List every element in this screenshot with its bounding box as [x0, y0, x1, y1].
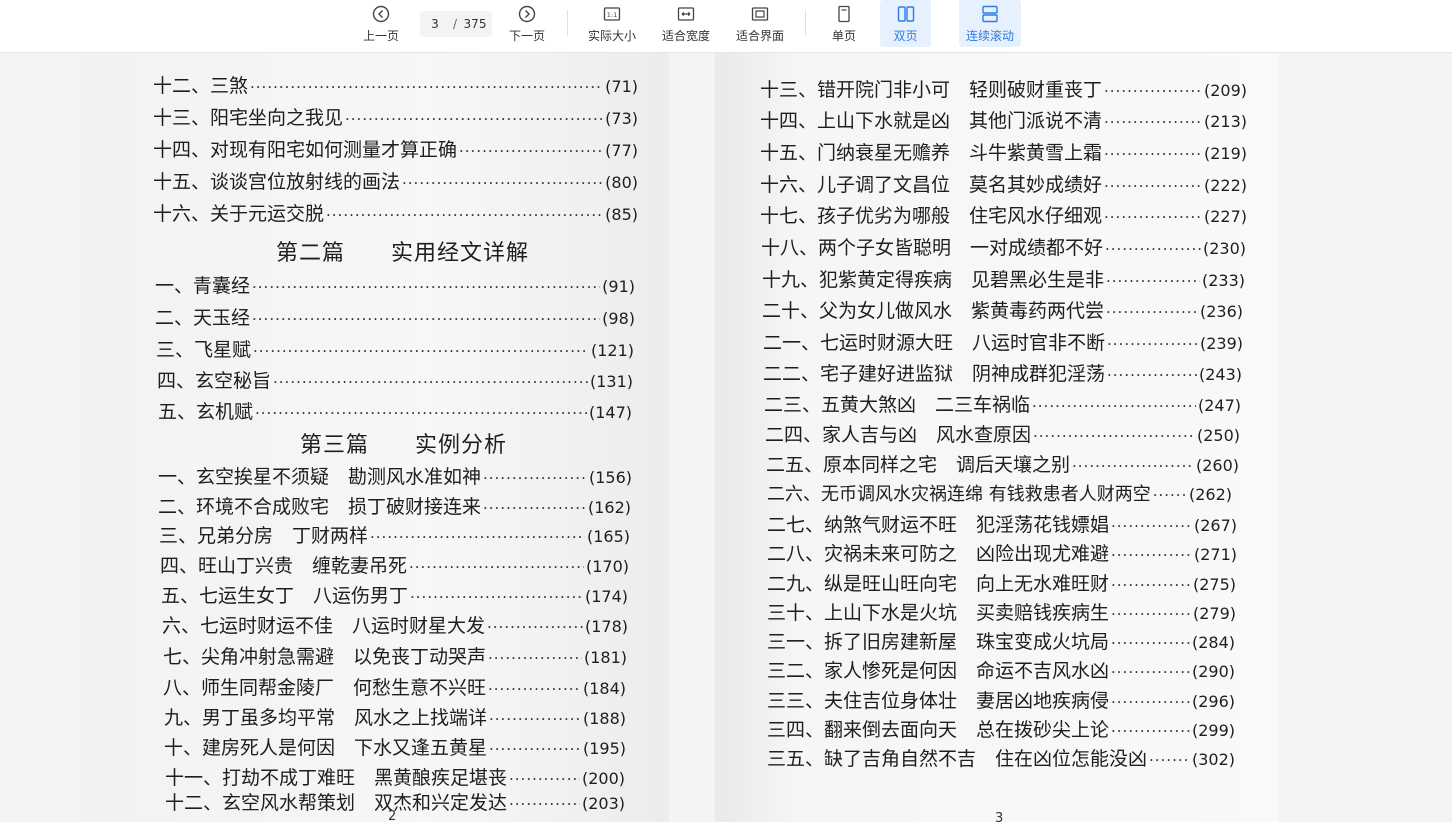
- right-page: 十三、错开院门非小可 轻则破财重丧丁(209) 十四、上山下水就是凶 其他门派说…: [715, 53, 1278, 822]
- page-number: 3: [995, 811, 1004, 822]
- double-page-icon: [897, 5, 914, 22]
- actual-size-label: 实际大小: [587, 28, 636, 43]
- toc-entry[interactable]: 六、七运时财运不佳 八运时财星大发(178): [162, 611, 628, 638]
- toc-entry[interactable]: 十一、打劫不成丁难旺 黑黄酿疾足堪丧(200): [165, 763, 625, 790]
- single-page-label: 单页: [831, 28, 856, 43]
- next-page-button[interactable]: 下一页: [502, 0, 552, 47]
- continuous-scroll-icon: [982, 5, 998, 22]
- toc-entry[interactable]: 三四、翻来倒去面向天 总在拨砂尖上论(299): [767, 715, 1235, 742]
- toolbar-divider: [805, 10, 806, 36]
- toc-entry[interactable]: 三一、拆了旧房建新屋 珠宝变成火坑局(284): [767, 627, 1235, 654]
- toc-entry[interactable]: 三、飞星赋(121): [156, 335, 634, 362]
- toc-entry[interactable]: 十八、两个子女皆聪明 一对成绩都不好(230): [761, 233, 1246, 260]
- toc-entry[interactable]: 二七、纳煞气财运不旺 犯淫荡花钱嫖娼(267): [767, 510, 1237, 537]
- toc-entry[interactable]: 三二、家人惨死是何因 命运不吉风水凶(290): [767, 656, 1235, 683]
- document-viewer[interactable]: 十二、三煞(71) 十三、阳宅坐向之我见(73) 十四、对现有阳宅如何测量才算正…: [0, 53, 1452, 822]
- fit-page-label: 适合界面: [735, 28, 784, 43]
- toc-entry[interactable]: 十五、谈谈宫位放射线的画法(80): [153, 167, 638, 194]
- page-number: 2: [388, 809, 397, 822]
- page-indicator: 3 / 375: [420, 11, 492, 37]
- toc-entry[interactable]: 三五、缺了吉角自然不吉 住在凶位怎能没凶(302): [767, 744, 1235, 771]
- page-separator: /: [452, 17, 458, 31]
- toc-entry[interactable]: 十六、关于元运交脱(85): [153, 199, 638, 226]
- continuous-scroll-button[interactable]: 连续滚动: [959, 0, 1021, 47]
- next-page-label: 下一页: [508, 28, 545, 43]
- section-heading: 第二篇 实用经文详解: [276, 241, 530, 266]
- double-page-label: 双页: [893, 28, 918, 43]
- toc-entry[interactable]: 十六、儿子调了文昌位 莫名其妙成绩好(222): [760, 170, 1247, 197]
- toc-entry[interactable]: 二六、无币调风水灾祸连绵 有钱救患者人财两空(262): [767, 480, 1232, 506]
- toc-entry[interactable]: 五、七运生女丁 八运伤男丁(174): [161, 581, 628, 608]
- toc-entry[interactable]: 八、师生同帮金陵厂 何愁生意不兴旺(184): [163, 673, 626, 700]
- single-page-button[interactable]: 单页: [820, 0, 868, 47]
- chevron-left-circle-icon: [372, 5, 390, 22]
- toc-entry[interactable]: 三三、夫住吉位身体壮 妻居凶地疾病侵(296): [767, 686, 1235, 713]
- toc-entry[interactable]: 三十、上山下水是火坑 买卖赔钱疾病生(279): [767, 598, 1236, 625]
- fit-page-button[interactable]: 适合界面: [730, 0, 790, 47]
- toc-entry[interactable]: 十二、三煞(71): [153, 71, 638, 98]
- toc-entry[interactable]: 二、环境不合成败宅 损丁破财接连来(162): [158, 492, 631, 519]
- toc-entry[interactable]: 二三、五黄大煞凶 二三车祸临(247): [764, 390, 1241, 417]
- viewer-toolbar: 上一页 3 / 375 下一页 1:1 实际大小 适合宽度 适合界面 单页 双页…: [0, 0, 1452, 53]
- continuous-scroll-label: 连续滚动: [965, 28, 1014, 43]
- prev-page-label: 上一页: [362, 28, 399, 43]
- actual-size-button[interactable]: 1:1 实际大小: [582, 0, 642, 47]
- toc-entry[interactable]: 二九、纵是旺山旺向宅 向上无水难旺财(275): [767, 569, 1236, 596]
- toc-entry[interactable]: 七、尖角冲射急需避 以免丧丁动哭声(181): [163, 642, 627, 669]
- toc-entry[interactable]: 四、旺山丁兴贵 缠乾妻吊死(170): [160, 551, 629, 578]
- toc-entry[interactable]: 一、青囊经(91): [155, 271, 635, 298]
- toc-entry[interactable]: 二、天玉经(98): [155, 303, 635, 330]
- toc-entry[interactable]: 二四、家人吉与凶 风水查原因(250): [765, 420, 1240, 447]
- toc-entry[interactable]: 十九、犯紫黄定得疾病 见碧黑必生是非(233): [762, 265, 1245, 292]
- fit-width-button[interactable]: 适合宽度: [656, 0, 716, 47]
- toc-entry[interactable]: 十四、对现有阳宅如何测量才算正确(77): [153, 135, 638, 162]
- toc-entry[interactable]: 十三、阳宅坐向之我见(73): [153, 103, 638, 130]
- toc-entry[interactable]: 十四、上山下水就是凶 其他门派说不清(213): [760, 106, 1247, 133]
- svg-text:1:1: 1:1: [607, 10, 617, 18]
- fit-page-icon: [751, 6, 769, 21]
- double-page-button[interactable]: 双页: [880, 0, 931, 47]
- total-pages: 375: [463, 17, 487, 31]
- toc-entry[interactable]: 五、玄机赋(147): [158, 397, 632, 424]
- toc-entry[interactable]: 二八、灾祸未来可防之 凶险出现尤难避(271): [767, 539, 1237, 566]
- current-page-input[interactable]: 3: [420, 17, 450, 31]
- toolbar-divider: [567, 10, 568, 36]
- toc-entry[interactable]: 二五、原本同样之宅 调后天壤之别(260): [766, 450, 1239, 477]
- prev-page-button[interactable]: 上一页: [356, 0, 406, 47]
- single-page-icon: [838, 5, 850, 22]
- fit-width-label: 适合宽度: [661, 28, 710, 43]
- chevron-right-circle-icon: [518, 5, 536, 22]
- toc-entry[interactable]: 一、玄空挨星不须疑 勘测风水准如神(156): [158, 462, 632, 489]
- toc-entry[interactable]: 二一、七运时财源大旺 八运时官非不断(239): [763, 328, 1243, 355]
- toc-entry[interactable]: 十、建房死人是何因 下水又逢五黄星(195): [164, 733, 626, 760]
- toc-entry[interactable]: 十三、错开院门非小可 轻则破财重丧丁(209): [760, 75, 1247, 102]
- toc-entry[interactable]: 二二、宅子建好进监狱 阴神成群犯淫荡(243): [763, 359, 1242, 386]
- toc-entry[interactable]: 十七、孩子优劣为哪般 住宅风水仔细观(227): [760, 201, 1247, 228]
- fit-width-icon: [677, 6, 695, 21]
- toc-entry[interactable]: 十五、门纳衰星无赡养 斗牛紫黄雪上霜(219): [760, 138, 1247, 165]
- actual-size-icon: 1:1: [603, 6, 621, 21]
- toc-entry[interactable]: 二十、父为女儿做风水 紫黄毒药两代尝(236): [762, 296, 1243, 323]
- toc-entry[interactable]: 四、玄空秘旨(131): [157, 366, 633, 393]
- toc-entry[interactable]: 九、男丁虽多均平常 风水之上找端详(188): [164, 703, 626, 730]
- section-heading: 第三篇 实例分析: [300, 433, 508, 458]
- toc-entry[interactable]: 三、兄弟分房 丁财两样(165): [159, 521, 630, 548]
- left-page: 十二、三煞(71) 十三、阳宅坐向之我见(73) 十四、对现有阳宅如何测量才算正…: [80, 53, 669, 822]
